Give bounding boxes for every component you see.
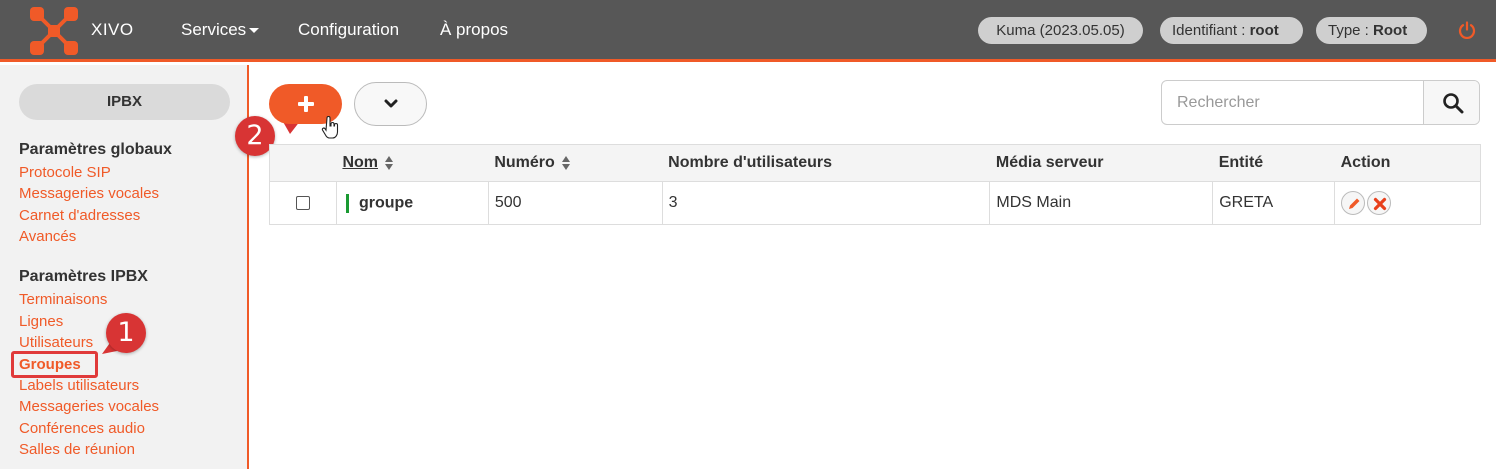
sidebar-heading-parametres-ipbx: Paramètres IPBX bbox=[19, 268, 148, 285]
xivo-logo[interactable] bbox=[28, 5, 80, 57]
close-icon bbox=[1374, 197, 1387, 211]
pencil-icon bbox=[1349, 198, 1360, 209]
identifiant-badge: Identifiant : root bbox=[1160, 17, 1303, 44]
sidebar-heading-parametres-globaux: Paramètres globaux bbox=[19, 141, 172, 158]
column-header-select bbox=[269, 144, 337, 182]
row-numero: 500 bbox=[487, 181, 663, 225]
row-nb-utilisateurs: 3 bbox=[661, 181, 991, 225]
sidebar-item-salles-de-reunion[interactable]: Salles de réunion bbox=[19, 441, 135, 458]
column-header-action: Action bbox=[1334, 144, 1481, 182]
search-box bbox=[1161, 80, 1480, 125]
type-value: Root bbox=[1373, 22, 1408, 39]
sidebar-item-protocole-sip[interactable]: Protocole SIP bbox=[19, 164, 111, 181]
row-nom-cell: groupe bbox=[335, 181, 489, 225]
chevron-down-icon bbox=[384, 99, 398, 108]
column-header-numero-label: Numéro bbox=[494, 154, 555, 171]
annotation-badge-1: 1 bbox=[106, 313, 146, 353]
row-actions bbox=[1334, 181, 1481, 225]
search-input[interactable] bbox=[1162, 81, 1423, 124]
power-icon[interactable] bbox=[1458, 21, 1476, 39]
type-label: Type : bbox=[1328, 22, 1374, 39]
row-entite: GRETA bbox=[1212, 181, 1336, 225]
nav-services[interactable]: Services bbox=[181, 20, 260, 40]
sidebar-item-messageries-vocales-ipbx[interactable]: Messageries vocales bbox=[19, 398, 159, 415]
column-header-numero[interactable]: Numéro bbox=[488, 144, 663, 182]
sidebar-item-messageries-vocales[interactable]: Messageries vocales bbox=[19, 185, 159, 202]
brand-name[interactable]: XIVO bbox=[91, 20, 134, 40]
actions-dropdown-button[interactable] bbox=[354, 82, 427, 126]
sort-icon bbox=[385, 155, 394, 170]
sidebar: IPBX Paramètres globaux Protocole SIP Me… bbox=[0, 65, 249, 469]
delete-button[interactable] bbox=[1367, 191, 1392, 215]
nav-configuration[interactable]: Configuration bbox=[298, 20, 399, 40]
sidebar-item-lignes[interactable]: Lignes bbox=[19, 313, 63, 330]
table-header-row: Nom Numéro Nombre d'utilisateurs Média s… bbox=[269, 144, 1481, 182]
sidebar-item-carnet-adresses[interactable]: Carnet d'adresses bbox=[19, 207, 140, 224]
sidebar-item-conferences-audio[interactable]: Conférences audio bbox=[19, 420, 145, 437]
sidebar-item-labels-utilisateurs[interactable]: Labels utilisateurs bbox=[19, 377, 139, 394]
groups-table: Nom Numéro Nombre d'utilisateurs Média s… bbox=[269, 144, 1481, 225]
sidebar-item-terminaisons[interactable]: Terminaisons bbox=[19, 291, 107, 308]
search-icon bbox=[1443, 93, 1464, 114]
row-media-serveur: MDS Main bbox=[989, 181, 1214, 225]
column-header-media-serveur: Média serveur bbox=[989, 144, 1213, 182]
hand-cursor-icon bbox=[321, 116, 339, 139]
row-select-cell bbox=[269, 181, 337, 225]
version-badge: Kuma (2023.05.05) bbox=[978, 17, 1143, 44]
sort-icon bbox=[561, 155, 570, 170]
sidebar-item-avances[interactable]: Avancés bbox=[19, 228, 76, 245]
row-nom[interactable]: groupe bbox=[359, 194, 413, 211]
column-header-nom[interactable]: Nom bbox=[336, 144, 489, 182]
search-button[interactable] bbox=[1423, 81, 1479, 124]
nav-a-propos[interactable]: À propos bbox=[440, 20, 508, 40]
type-badge: Type : Root bbox=[1316, 17, 1427, 44]
nav-services-label: Services bbox=[181, 20, 247, 39]
column-header-nom-label: Nom bbox=[342, 154, 379, 171]
row-checkbox[interactable] bbox=[296, 195, 310, 210]
column-header-nb-utilisateurs: Nombre d'utilisateurs bbox=[662, 144, 990, 182]
highlight-box-groupes bbox=[11, 351, 98, 378]
ipbx-section-button[interactable]: IPBX bbox=[19, 84, 230, 120]
caret-down-icon bbox=[249, 28, 260, 34]
sidebar-item-utilisateurs[interactable]: Utilisateurs bbox=[19, 334, 93, 351]
top-navbar: XIVO Services Configuration À propos Kum… bbox=[0, 0, 1496, 62]
edit-button[interactable] bbox=[1341, 191, 1366, 215]
table-row: groupe 500 3 MDS Main GRETA bbox=[269, 181, 1481, 225]
identifiant-label: Identifiant : bbox=[1172, 22, 1250, 39]
status-indicator bbox=[345, 193, 349, 213]
column-header-entite: Entité bbox=[1212, 144, 1335, 182]
identifiant-value: root bbox=[1249, 22, 1279, 39]
